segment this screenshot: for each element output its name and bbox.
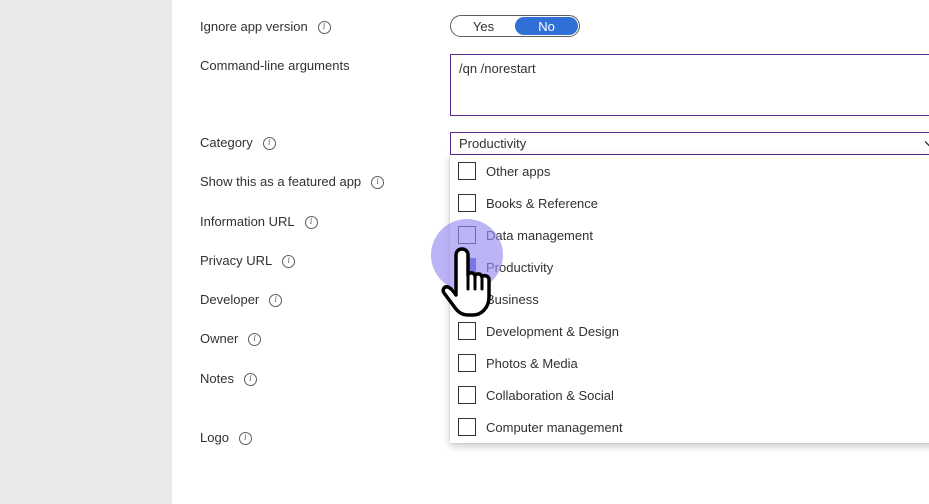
- developer-label-text: Developer: [200, 292, 260, 307]
- ignore-app-version-label-text: Ignore app version: [200, 19, 308, 34]
- option-label: Books & Reference: [486, 195, 599, 211]
- option-label: Development & Design: [486, 323, 619, 339]
- info-icon[interactable]: i: [269, 293, 283, 307]
- info-icon[interactable]: i: [262, 136, 276, 150]
- checkbox[interactable]: [458, 194, 476, 212]
- category-select[interactable]: Productivity: [450, 132, 929, 155]
- category-label-text: Category: [200, 135, 253, 150]
- featured-app-label-text: Show this as a featured app: [200, 174, 362, 189]
- command-line-label: Command-line arguments: [200, 56, 350, 76]
- category-option-computer-management[interactable]: Computer management: [450, 411, 929, 443]
- ignore-app-version-label: Ignore app version i: [200, 17, 331, 37]
- option-label: Data management: [486, 227, 593, 243]
- ignore-app-version-toggle[interactable]: Yes No: [450, 15, 580, 37]
- option-label: Photos & Media: [486, 355, 578, 371]
- toggle-option-no[interactable]: No: [515, 17, 578, 35]
- checkbox[interactable]: [458, 354, 476, 372]
- toggle-option-yes[interactable]: Yes: [452, 17, 515, 35]
- category-dropdown-list: Other apps Books & Reference Data manage…: [450, 155, 929, 443]
- information-url-label-text: Information URL: [200, 214, 295, 229]
- featured-app-label: Show this as a featured app i: [200, 172, 385, 192]
- category-selected-value: Productivity: [459, 136, 527, 151]
- option-label: Computer management: [486, 419, 623, 435]
- privacy-url-label-text: Privacy URL: [200, 253, 273, 268]
- app-information-form: Ignore app version i Yes No Command-line…: [172, 0, 929, 504]
- command-line-textarea[interactable]: /qn /norestart: [450, 54, 929, 116]
- category-option-photos-media[interactable]: Photos & Media: [450, 347, 929, 379]
- checkbox[interactable]: [458, 418, 476, 436]
- checkbox[interactable]: [458, 162, 476, 180]
- information-url-label: Information URL i: [200, 212, 318, 232]
- left-gutter: [0, 0, 172, 504]
- option-label: Other apps: [486, 163, 551, 179]
- info-icon[interactable]: i: [317, 20, 331, 34]
- category-option-other-apps[interactable]: Other apps: [450, 155, 929, 187]
- category-option-productivity[interactable]: Productivity: [450, 251, 929, 283]
- hand-pointer-icon: [441, 247, 491, 317]
- category-option-data-management[interactable]: Data management: [450, 219, 929, 251]
- info-icon[interactable]: i: [238, 431, 252, 445]
- category-option-development-design[interactable]: Development & Design: [450, 315, 929, 347]
- info-icon[interactable]: i: [248, 332, 262, 346]
- category-option-business[interactable]: Business: [450, 283, 929, 315]
- info-icon[interactable]: i: [371, 175, 385, 189]
- notes-label: Notes i: [200, 369, 257, 389]
- owner-label: Owner i: [200, 329, 262, 349]
- info-icon[interactable]: i: [243, 372, 257, 386]
- option-label: Collaboration & Social: [486, 387, 614, 403]
- command-line-label-text: Command-line arguments: [200, 58, 350, 73]
- info-icon[interactable]: i: [304, 215, 318, 229]
- logo-label: Logo i: [200, 428, 252, 448]
- category-option-books-reference[interactable]: Books & Reference: [450, 187, 929, 219]
- privacy-url-label: Privacy URL i: [200, 251, 296, 271]
- category-label: Category i: [200, 133, 276, 153]
- logo-label-text: Logo: [200, 430, 229, 445]
- category-option-collaboration-social[interactable]: Collaboration & Social: [450, 379, 929, 411]
- checkbox[interactable]: [458, 386, 476, 404]
- checkbox[interactable]: [458, 322, 476, 340]
- info-icon[interactable]: i: [282, 254, 296, 268]
- notes-label-text: Notes: [200, 371, 234, 386]
- owner-label-text: Owner: [200, 331, 239, 346]
- developer-label: Developer i: [200, 290, 283, 310]
- chevron-down-icon[interactable]: [923, 137, 929, 151]
